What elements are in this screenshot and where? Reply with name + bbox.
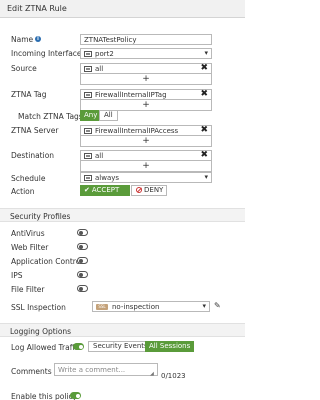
comment-char-counter: 0/1023 [161, 372, 186, 380]
ztna-server-field[interactable]: FirewallInternalIPAccess ✖ [80, 125, 212, 136]
remove-icon[interactable]: ✖ [200, 89, 208, 99]
comments-textarea[interactable]: Write a comment... [54, 363, 158, 376]
remove-icon[interactable]: ✖ [200, 63, 208, 73]
log-security-events-button[interactable]: Security Events [88, 341, 153, 352]
edit-pencil-icon[interactable]: ✎ [214, 301, 221, 310]
action-label: Action [11, 187, 35, 196]
incoming-interface-select[interactable]: port2 ▾ [80, 48, 212, 59]
action-accept-button[interactable]: ✔ ACCEPT [80, 185, 130, 196]
ztna-server-label: ZTNA Server [11, 126, 59, 135]
ztna-tag-label: ZTNA Tag [11, 90, 47, 99]
match-all-button[interactable]: All [99, 110, 118, 121]
file-filter-toggle[interactable] [77, 285, 88, 292]
security-profiles-header: Security Profiles [0, 208, 245, 222]
ssl-inspection-label: SSL Inspection [11, 303, 66, 312]
destination-add-button[interactable]: + [80, 161, 212, 172]
name-input[interactable]: ZTNATestPolicy [80, 34, 212, 45]
match-ztna-tags-label: Match ZTNA Tags [18, 112, 83, 121]
web-filter-toggle[interactable] [77, 243, 88, 250]
destination-label: Destination [11, 151, 55, 160]
comments-label: Comments [11, 367, 52, 376]
schedule-icon [84, 175, 92, 181]
enable-policy-label: Enable this policy [11, 392, 78, 400]
address-icon [84, 66, 92, 72]
logging-options-header: Logging Options [0, 323, 245, 337]
file-filter-label: File Filter [11, 285, 45, 294]
chevron-down-icon: ▾ [204, 49, 208, 57]
schedule-select[interactable]: always ▾ [80, 172, 212, 183]
application-control-label: Application Control [11, 257, 83, 266]
ssl-inspection-select[interactable]: SSL no-inspection ▾ [92, 301, 210, 312]
source-field[interactable]: all ✖ [80, 63, 212, 74]
ips-toggle[interactable] [77, 271, 88, 278]
web-filter-label: Web Filter [11, 243, 49, 252]
incoming-interface-label: Incoming Interface [11, 49, 82, 58]
action-deny-button[interactable]: DENY [131, 185, 167, 196]
enable-policy-toggle[interactable] [70, 392, 81, 399]
log-allowed-traffic-toggle[interactable] [73, 343, 84, 350]
deny-icon [136, 187, 142, 193]
info-icon[interactable]: i [35, 36, 41, 42]
schedule-label: Schedule [11, 174, 46, 183]
name-label: Name [11, 35, 34, 44]
antivirus-toggle[interactable] [77, 229, 88, 236]
destination-field[interactable]: all ✖ [80, 150, 212, 161]
remove-icon[interactable]: ✖ [200, 125, 208, 135]
log-allowed-traffic-label: Log Allowed Traffic [11, 343, 82, 352]
window-title: Edit ZTNA Rule [7, 4, 67, 13]
chevron-down-icon: ▾ [202, 302, 206, 310]
log-all-sessions-button[interactable]: All Sessions [145, 341, 195, 352]
tag-icon [84, 92, 92, 98]
application-control-toggle[interactable] [77, 257, 88, 264]
resize-grip-icon[interactable]: ◢ [150, 371, 154, 377]
ztna-server-add-button[interactable]: + [80, 136, 212, 147]
antivirus-label: AntiVirus [11, 229, 45, 238]
address-icon [84, 153, 92, 159]
window-titlebar: Edit ZTNA Rule [0, 0, 245, 18]
source-add-button[interactable]: + [80, 74, 212, 85]
check-icon: ✔ [84, 186, 90, 194]
chevron-down-icon: ▾ [204, 173, 208, 181]
interface-icon [84, 51, 92, 57]
source-label: Source [11, 64, 37, 73]
server-icon [84, 128, 92, 134]
ips-label: IPS [11, 271, 23, 280]
ztna-tag-field[interactable]: FirewallInternalIPTag ✖ [80, 89, 212, 100]
ssl-badge: SSL [96, 304, 108, 310]
remove-icon[interactable]: ✖ [200, 150, 208, 160]
